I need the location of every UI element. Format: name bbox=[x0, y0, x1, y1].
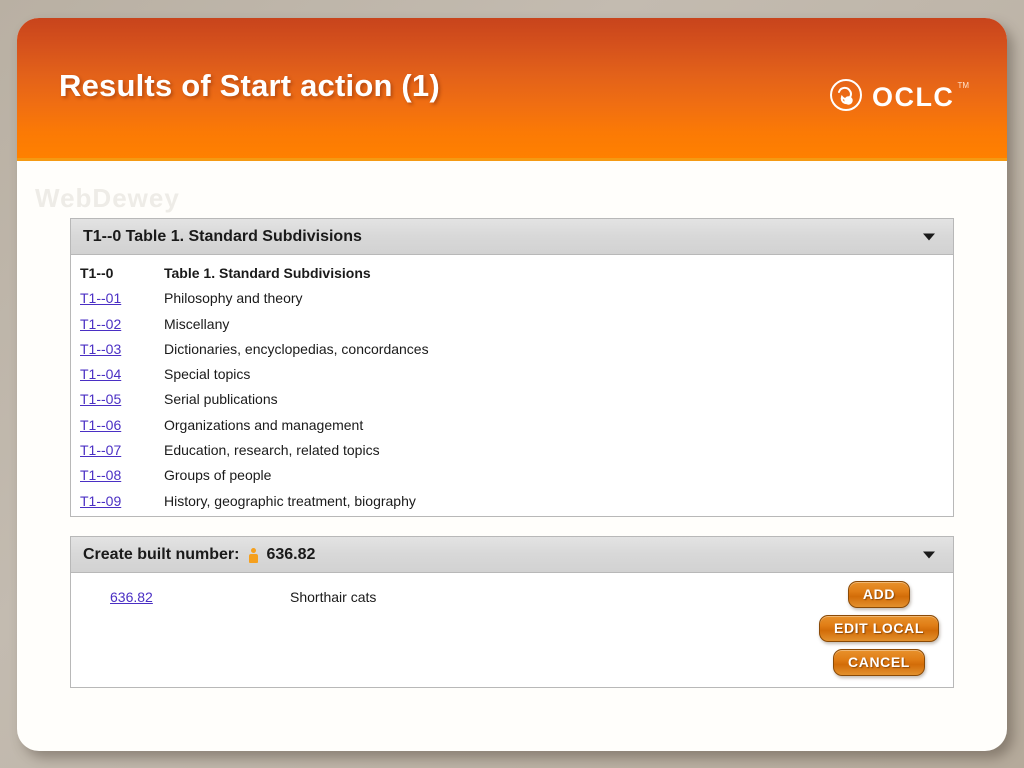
subdivision-code-link[interactable]: T1--02 bbox=[80, 316, 164, 332]
subdivision-label: Dictionaries, encyclopedias, concordance… bbox=[164, 340, 429, 357]
subdivision-code-link[interactable]: T1--08 bbox=[80, 467, 164, 483]
action-buttons: ADD EDIT LOCAL CANCEL bbox=[819, 581, 939, 676]
subdivision-code-link[interactable]: T1--05 bbox=[80, 391, 164, 407]
oclc-trademark: TM bbox=[957, 81, 969, 90]
subdivision-code: T1--0 bbox=[80, 265, 114, 281]
chevron-down-icon[interactable] bbox=[923, 551, 935, 558]
built-number-panel: Create built number: 636.82 636.82 Short… bbox=[70, 536, 954, 688]
subdivision-row: T1--03 Dictionaries, encyclopedias, conco… bbox=[71, 341, 953, 366]
subdivision-label: Groups of people bbox=[164, 467, 272, 484]
subdivision-row: T1--07 Education, research, related topic… bbox=[71, 442, 953, 467]
add-button[interactable]: ADD bbox=[847, 581, 911, 608]
chevron-down-icon[interactable] bbox=[923, 233, 935, 240]
subdivision-label: Serial publications bbox=[164, 391, 278, 408]
subdivisions-panel-title: T1--0 Table 1. Standard Subdivisions bbox=[83, 227, 362, 245]
subdivision-code-link[interactable]: T1--07 bbox=[80, 442, 164, 458]
cancel-button[interactable]: CANCEL bbox=[833, 649, 925, 676]
subdivisions-panel-header[interactable]: T1--0 Table 1. Standard Subdivisions bbox=[71, 219, 953, 255]
oclc-logo: OCLC TM bbox=[829, 78, 969, 117]
built-number-value: 636.82 bbox=[266, 545, 316, 563]
subdivisions-list: T1--0 Table 1. Standard Subdivisions T1--0… bbox=[71, 255, 953, 518]
subdivision-code-link[interactable]: T1--09 bbox=[80, 493, 164, 509]
edit-local-button[interactable]: EDIT LOCAL bbox=[819, 615, 939, 642]
subdivision-label: Education, research, related topics bbox=[164, 442, 380, 459]
subdivision-code-link[interactable]: T1--01 bbox=[80, 290, 164, 306]
watermark: WebDewey bbox=[35, 183, 180, 213]
built-number-label: Create built number: bbox=[83, 545, 240, 563]
person-icon bbox=[249, 547, 259, 563]
subdivision-code-link[interactable]: T1--03 bbox=[80, 341, 164, 357]
subdivision-label: Special topics bbox=[164, 366, 251, 383]
subdivisions-panel: T1--0 Table 1. Standard Subdivisions T1-… bbox=[70, 218, 954, 517]
oclc-logo-text: OCLC bbox=[871, 82, 955, 112]
built-number-panel-header[interactable]: Create built number: 636.82 bbox=[71, 537, 953, 573]
oclc-mark-icon bbox=[829, 78, 863, 117]
subdivision-row: T1--0 Table 1. Standard Subdivisions bbox=[71, 265, 953, 290]
subdivision-label: History, geographic treatment, biography bbox=[164, 492, 416, 509]
subdivision-label: Philosophy and theory bbox=[164, 290, 303, 307]
subdivision-label: Table 1. Standard Subdivisions bbox=[164, 265, 371, 281]
subdivision-row: T1--01 Philosophy and theory bbox=[71, 290, 953, 315]
subdivision-row: T1--02 Miscellany bbox=[71, 316, 953, 341]
subdivision-label: Organizations and management bbox=[164, 416, 364, 433]
subdivision-label: Miscellany bbox=[164, 315, 230, 332]
subdivision-row: T1--08 Groups of people bbox=[71, 467, 953, 492]
subdivision-row: T1--09 History, geographic treatment, bio… bbox=[71, 493, 953, 518]
subdivision-row: T1--05 Serial publications bbox=[71, 391, 953, 416]
subdivision-code-link[interactable]: T1--06 bbox=[80, 417, 164, 433]
built-number-code-link[interactable]: 636.82 bbox=[110, 589, 290, 605]
built-number-body: 636.82 Shorthair cats ADD EDIT LOCAL CANCE… bbox=[71, 573, 953, 687]
page-title: Results of Start action (1) bbox=[59, 68, 440, 103]
subdivision-row: T1--06 Organizations and management bbox=[71, 417, 953, 442]
subdivision-code-link[interactable]: T1--04 bbox=[80, 366, 164, 382]
subdivision-row: T1--04 Special topics bbox=[71, 366, 953, 391]
slide-card: Results of Start action (1) OCLC TM WebD… bbox=[17, 18, 1007, 751]
built-number-row-label: Shorthair cats bbox=[290, 589, 377, 605]
